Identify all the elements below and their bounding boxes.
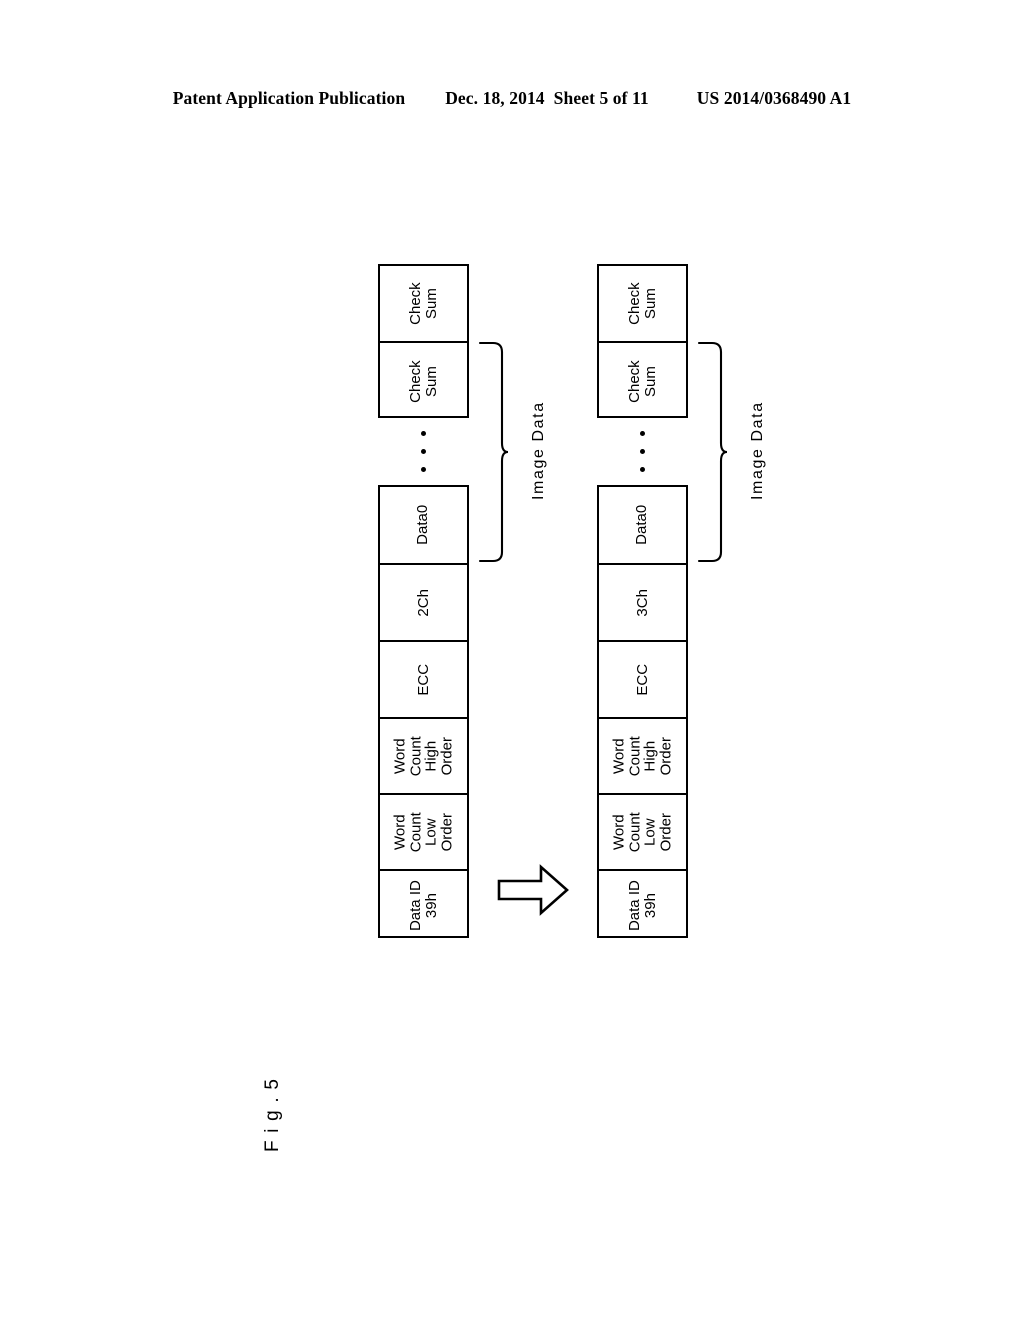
page-header: Patent Application Publication Dec. 18, … xyxy=(0,88,1024,114)
packet-field-label: Check Sum xyxy=(406,282,440,325)
packet-field-label: Data0 xyxy=(633,504,651,546)
ellipsis-dot xyxy=(421,467,426,472)
packet-field-data0: Data0 xyxy=(380,487,467,565)
packet-field-check-sum: Check Sum xyxy=(380,266,467,343)
curly-brace-icon xyxy=(478,341,508,563)
ellipsis-dot xyxy=(421,449,426,454)
packet-field-label: ECC xyxy=(414,663,432,696)
packet-field-word-count-low-order: Word Count Low Order xyxy=(599,795,686,871)
packet-field-label: Word Count High Order xyxy=(391,735,456,777)
packet-field-label: Check Sum xyxy=(406,360,440,403)
packet-field-label: Word Count High Order xyxy=(610,735,675,777)
image-data-brace xyxy=(478,341,518,563)
packet-field-data-id: Data ID 39h xyxy=(380,871,467,940)
packet-field-label: Data ID 39h xyxy=(625,880,659,931)
packet-field-ecc: ECC xyxy=(380,642,467,719)
ellipsis-dot xyxy=(640,467,645,472)
ellipsis-continuation xyxy=(378,418,469,485)
checksum-segment: Check Sum Check Sum xyxy=(597,264,688,418)
packet-header-segment: Data0 2Ch ECC Word Count High Order Word Count Lo… xyxy=(378,485,469,938)
ellipsis-dot xyxy=(640,449,645,454)
packet-header-segment: Data0 3Ch ECC Word Count High Order Word Count Lo… xyxy=(597,485,688,938)
packet-field-data0: Data0 xyxy=(599,487,686,565)
packet-field-mode-code: 2Ch xyxy=(380,565,467,642)
packet-field-data-id: Data ID 39h xyxy=(599,871,686,940)
packet-field-label: Data0 xyxy=(414,504,432,546)
header-sheet-number: Sheet 5 of 11 xyxy=(553,88,649,108)
header-date: Dec. 18, 2014 xyxy=(445,88,545,108)
packet-field-label: 2Ch xyxy=(414,588,432,617)
header-publication-title: Patent Application Publication xyxy=(172,88,406,108)
curly-brace-icon xyxy=(697,341,727,563)
packet-field-label: Check Sum xyxy=(625,360,659,403)
packet-field-check-sum: Check Sum xyxy=(380,343,467,420)
header-patent-number: US 2014/0368490 A1 xyxy=(696,88,852,108)
ellipsis-dot xyxy=(421,431,426,436)
ellipsis-continuation xyxy=(597,418,688,485)
packet-field-word-count-high-order: Word Count High Order xyxy=(380,719,467,795)
ellipsis-dot xyxy=(640,431,645,436)
packet-field-label: ECC xyxy=(633,663,651,696)
checksum-segment: Check Sum Check Sum xyxy=(378,264,469,418)
packet-field-ecc: ECC xyxy=(599,642,686,719)
right-arrow-icon xyxy=(497,864,569,916)
packet-field-check-sum: Check Sum xyxy=(599,266,686,343)
packet-field-label: Data ID 39h xyxy=(406,880,440,931)
packet-field-label: Word Count Low Order xyxy=(391,811,456,853)
packet-field-label: Check Sum xyxy=(625,282,659,325)
packet-field-label: 3Ch xyxy=(633,588,651,617)
image-data-brace-label: Image Data xyxy=(530,401,547,500)
packet-field-word-count-low-order: Word Count Low Order xyxy=(380,795,467,871)
packet-field-mode-code: 3Ch xyxy=(599,565,686,642)
image-data-brace xyxy=(697,341,737,563)
packet-field-check-sum: Check Sum xyxy=(599,343,686,420)
packet-field-label: Word Count Low Order xyxy=(610,811,675,853)
image-data-brace-label: Image Data xyxy=(749,401,766,500)
packet-field-word-count-high-order: Word Count High Order xyxy=(599,719,686,795)
figure-label: F i g . 5 xyxy=(262,1077,283,1152)
transition-arrow xyxy=(497,862,569,918)
